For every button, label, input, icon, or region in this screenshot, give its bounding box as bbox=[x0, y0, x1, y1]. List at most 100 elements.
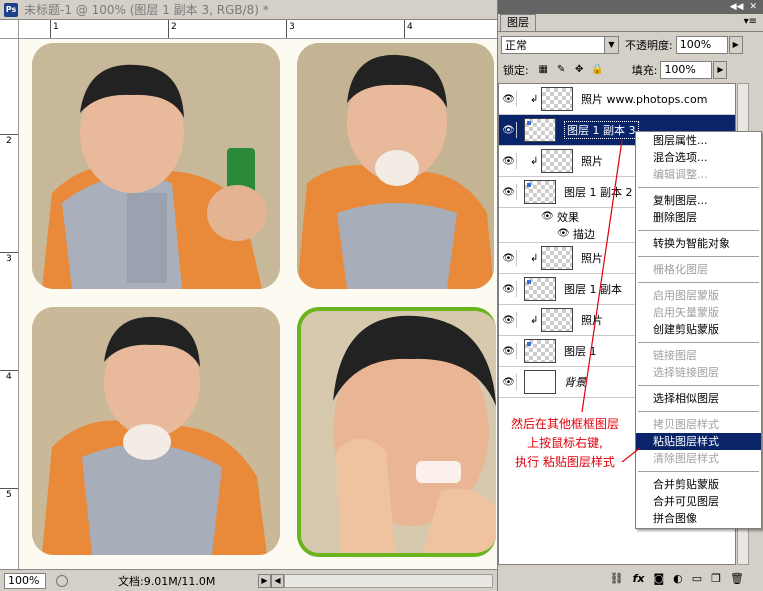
ruler-label: 3 bbox=[289, 22, 295, 32]
effects-label: 效果 bbox=[557, 210, 579, 224]
layer-thumbnail bbox=[524, 118, 556, 142]
lock-label: 锁定: bbox=[503, 63, 529, 77]
clip-arrow-icon: ↲ bbox=[530, 252, 539, 264]
menu-item[interactable]: 转换为智能对象 bbox=[636, 235, 761, 252]
layer-name: 图层 1 bbox=[564, 345, 597, 358]
layer-thumbnail bbox=[541, 87, 573, 111]
ruler-label: 1 bbox=[53, 22, 59, 32]
menu-item[interactable]: 合并剪贴蒙版 bbox=[636, 476, 761, 493]
eye-icon[interactable]: 👁 bbox=[501, 281, 517, 297]
annotation-line: 上按鼠标右键, bbox=[527, 436, 603, 450]
annotation-line: 执行 粘贴图层样式 bbox=[515, 455, 615, 469]
eye-icon[interactable]: 👁 bbox=[501, 343, 517, 359]
annotation-line: 然后在其他框框图层 bbox=[510, 417, 619, 431]
layer-name: 背景 bbox=[564, 376, 586, 389]
eye-icon[interactable]: 👁 bbox=[501, 184, 517, 200]
menu-item: 启用图层蒙版 bbox=[653, 289, 719, 302]
menu-item[interactable]: 混合选项... bbox=[636, 149, 761, 166]
layer-thumbnail bbox=[541, 246, 573, 270]
layer-thumbnail bbox=[541, 149, 573, 173]
menu-separator bbox=[638, 342, 759, 343]
eye-icon[interactable]: 👁 bbox=[501, 374, 517, 390]
new-layer-icon[interactable]: ❐ bbox=[711, 572, 721, 585]
layer-name: 图层 1 副本 3 bbox=[564, 121, 639, 139]
photo-boy-palm[interactable] bbox=[297, 307, 496, 557]
mask-icon[interactable]: ◙ bbox=[653, 572, 664, 585]
layer-thumbnail bbox=[524, 370, 556, 394]
context-menu: 图层属性... 混合选项... 编辑调整... 复制图层... 删除图层转换为智能对象栅… bbox=[635, 131, 762, 529]
layer-name: 图层 1 副本 2 bbox=[564, 186, 633, 199]
scroll-left-icon[interactable]: ◀ bbox=[271, 573, 284, 588]
layer-thumbnail bbox=[524, 277, 556, 301]
link-icon[interactable]: ⛓ bbox=[610, 572, 624, 585]
opacity-field[interactable]: 100% bbox=[675, 35, 728, 54]
layer-name: 照片 bbox=[581, 252, 603, 265]
blend-mode-value: 正常 bbox=[505, 38, 527, 52]
photo-boy-can[interactable] bbox=[32, 43, 280, 289]
layer-name: 图层 1 副本 bbox=[564, 283, 622, 296]
zoom-field[interactable]: 100% bbox=[4, 572, 46, 589]
menu-item: 启用矢量蒙版 bbox=[653, 306, 719, 319]
lock-transparency-icon[interactable]: ▦ bbox=[537, 63, 550, 76]
horizontal-scrollbar[interactable] bbox=[284, 573, 493, 588]
lock-move-icon[interactable]: ✥ bbox=[573, 63, 586, 76]
horizontal-ruler[interactable]: 1 2 3 4 bbox=[19, 20, 497, 39]
eye-icon[interactable]: 👁 bbox=[541, 211, 554, 222]
tab-layers[interactable]: 图层 bbox=[500, 14, 536, 31]
menu-item[interactable]: 粘贴图层样式 bbox=[636, 433, 761, 450]
chevron-down-icon: ▼ bbox=[604, 36, 618, 53]
close-icon[interactable]: ✕ bbox=[749, 2, 757, 12]
document-title-bar[interactable]: Ps 未标题-1 @ 100% (图层 1 副本 3, RGB/8) * bbox=[0, 0, 497, 20]
ruler-label: 3 bbox=[6, 254, 12, 264]
layer-row[interactable]: 👁 ↲ 照片 www.photops.com bbox=[499, 84, 735, 115]
effect-name: 描边 bbox=[573, 227, 595, 241]
fx-icon[interactable]: fx bbox=[633, 572, 645, 585]
menu-item[interactable]: 选择相似图层 bbox=[636, 390, 761, 407]
fill-field[interactable]: 100% bbox=[660, 60, 713, 79]
menu-item: 链接图层 bbox=[653, 349, 697, 362]
collapse-icon[interactable]: ◀◀ bbox=[730, 2, 744, 12]
layer-name: 照片 bbox=[581, 314, 603, 327]
document-window: Ps 未标题-1 @ 100% (图层 1 副本 3, RGB/8) * 1 2… bbox=[0, 0, 497, 591]
group-icon[interactable]: ▭ bbox=[692, 572, 702, 585]
fill-arrow-icon[interactable]: ▶ bbox=[713, 60, 728, 79]
photo-boy-sitting[interactable] bbox=[32, 307, 280, 555]
eye-icon[interactable]: 👁 bbox=[501, 153, 517, 169]
ruler-label: 5 bbox=[6, 490, 12, 500]
eye-icon[interactable]: 👁 bbox=[501, 250, 517, 266]
blend-mode-select[interactable]: 正常 ▼ bbox=[501, 35, 619, 54]
eye-icon[interactable]: 👁 bbox=[501, 122, 517, 138]
photo-boy-hand-chin[interactable] bbox=[297, 43, 494, 289]
opacity-arrow-icon[interactable]: ▶ bbox=[728, 35, 743, 54]
layer-name: 照片 bbox=[581, 155, 603, 168]
vertical-ruler[interactable]: 2 3 4 5 bbox=[0, 39, 19, 569]
menu-item[interactable]: 复制图层... bbox=[636, 192, 761, 209]
layer-thumbnail bbox=[524, 339, 556, 363]
layer-thumbnail bbox=[541, 308, 573, 332]
panel-menu-icon[interactable]: ▾≡ bbox=[744, 16, 757, 27]
ruler-label: 4 bbox=[407, 22, 413, 32]
panel-header[interactable]: ◀◀ ✕ bbox=[498, 0, 763, 14]
menu-item[interactable]: 拼合图像 bbox=[636, 510, 761, 527]
ruler-corner[interactable] bbox=[0, 20, 19, 39]
eye-icon[interactable]: 👁 bbox=[557, 228, 570, 239]
menu-item[interactable]: 合并可见图层 bbox=[636, 493, 761, 510]
status-arrow-icon[interactable]: ▶ bbox=[258, 573, 271, 588]
document-info[interactable]: 文档:9.01M/11.0M bbox=[118, 573, 258, 589]
adjustment-icon[interactable]: ◐ bbox=[673, 572, 683, 585]
eye-icon[interactable]: 👁 bbox=[501, 312, 517, 328]
lock-all-icon[interactable]: 🔒 bbox=[591, 63, 604, 76]
trash-icon[interactable]: 🗑 bbox=[730, 572, 744, 585]
menu-item[interactable]: 删除图层 bbox=[636, 209, 761, 226]
menu-item[interactable]: 图层属性... bbox=[636, 132, 761, 149]
opacity-label: 不透明度: bbox=[625, 38, 673, 52]
menu-item[interactable]: 创建剪贴蒙版 bbox=[636, 321, 761, 338]
canvas[interactable] bbox=[19, 39, 497, 569]
annotation-text: 然后在其他框框图层 上按鼠标右键, 执行 粘贴图层样式 bbox=[490, 415, 640, 472]
ruler-label: 2 bbox=[171, 22, 177, 32]
lock-paint-icon[interactable]: ✎ bbox=[555, 63, 568, 76]
eye-icon[interactable]: 👁 bbox=[501, 91, 517, 107]
status-menu-icon[interactable] bbox=[56, 574, 68, 587]
menu-item: 栅格化图层 bbox=[653, 263, 708, 276]
menu-item: 编辑调整... bbox=[653, 168, 708, 181]
